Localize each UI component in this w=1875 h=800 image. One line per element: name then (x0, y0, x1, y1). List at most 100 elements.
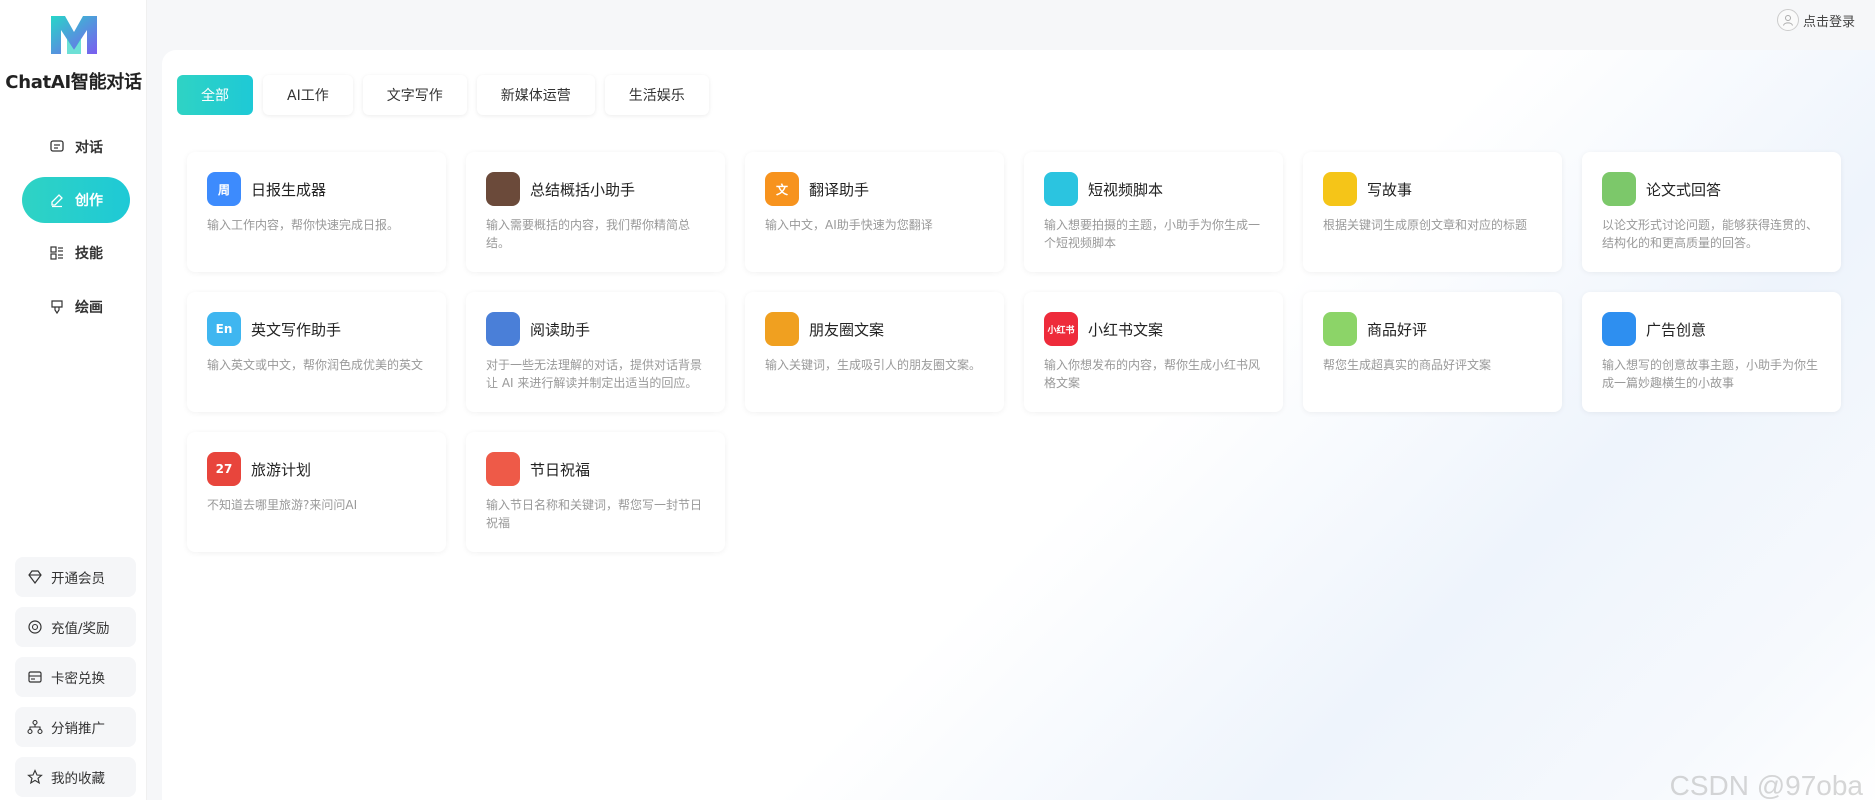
favorites-button[interactable]: 我的收藏 (15, 757, 136, 797)
tool-card-description: 输入想要拍摄的主题，小助手为你生成一个短视频脚本 (1044, 218, 1261, 250)
tool-grid: 周日报生成器 输入工作内容，帮你快速完成日报。 总结概括小助手 输入需要概括的内容，我… (187, 152, 1841, 552)
side-button-label: 开通会员 (51, 571, 105, 587)
tool-card-title: 写故事 (1367, 180, 1413, 199)
brush-icon (49, 299, 65, 315)
nav-item-create[interactable]: 创作 (22, 177, 130, 223)
card-redeem-button[interactable]: 卡密兑换 (15, 657, 136, 697)
tab-lifestyle[interactable]: 生活娱乐 (604, 75, 709, 115)
diamond-icon (27, 569, 43, 585)
tool-card-header: 文翻译助手 (765, 172, 984, 206)
star-icon (27, 769, 43, 785)
briefcase-icon (486, 172, 520, 206)
english-icon: En (207, 312, 241, 346)
pen-icon (49, 192, 65, 208)
tool-card-title: 商品好评 (1367, 320, 1428, 339)
tool-card-header: 总结概括小助手 (486, 172, 705, 206)
tool-card-title: 广告创意 (1646, 320, 1707, 339)
tab-all[interactable]: 全部 (177, 75, 253, 115)
calendar-icon: 27 (207, 452, 241, 486)
chat-icon (49, 139, 65, 155)
nav-label: 对话 (75, 140, 103, 156)
tool-card[interactable]: 广告创意输入想写的创意故事主题，小助手为你生成一篇妙趣横生的小故事 (1582, 292, 1841, 412)
side-button-label: 我的收藏 (51, 771, 105, 787)
tool-card[interactable]: 小红书 小红书文案 输入你想发布的内容，帮你生成小红书风格文案 (1024, 292, 1283, 412)
tool-card-description: 帮您生成超真实的商品好评文案 (1323, 358, 1492, 372)
gift-icon (486, 452, 520, 486)
tool-card[interactable]: 朋友圈文案输入关键词，生成吸引人的朋友圈文案。 (745, 292, 1004, 412)
notepad-icon (1323, 172, 1357, 206)
aperture-icon (765, 312, 799, 346)
tool-card-description: 不知道去哪里旅游?来问问AI (207, 498, 358, 512)
category-tabs: 全部 AI工作 文字写作 新媒体运营 生活娱乐 (177, 75, 709, 115)
tab-text-writing[interactable]: 文字写作 (362, 75, 467, 115)
recharge-button[interactable]: 充值/奖励 (15, 607, 136, 647)
tool-card-description: 输入工作内容，帮你快速完成日报。 (207, 218, 400, 232)
xiaohongshu-icon: 小红书 (1044, 312, 1078, 346)
nav-item-draw[interactable]: 绘画 (22, 284, 130, 330)
tool-card[interactable]: 短视频脚本输入想要拍摄的主题，小助手为你生成一个短视频脚本 (1024, 152, 1283, 272)
tool-card-description: 输入英文或中文，帮你润色成优美的英文 (207, 358, 424, 372)
translate-icon: 文 (765, 172, 799, 206)
coin-icon (27, 619, 43, 635)
tab-ai-work[interactable]: AI工作 (263, 75, 353, 115)
tool-card-description: 输入需要概括的内容，我们帮你精简总结。 (486, 218, 691, 250)
tool-card[interactable]: 商品好评帮您生成超真实的商品好评文案 (1303, 292, 1562, 412)
lightbulb-icon (1602, 312, 1636, 346)
tool-card-description: 输入节日名称和关键词，帮您写一封节日祝福 (486, 498, 703, 530)
tool-card-description: 输入想写的创意故事主题，小助手为你生成一篇妙趣横生的小故事 (1602, 358, 1819, 390)
nav-label: 绘画 (75, 300, 103, 316)
tool-card-title: 朋友圈文案 (809, 320, 885, 339)
tool-card[interactable]: 文翻译助手 输入中文，AI助手快速为您翻译 (745, 152, 1004, 272)
tool-card[interactable]: 总结概括小助手 输入需要概括的内容，我们帮你精简总结。 (466, 152, 725, 272)
tool-card-title: 英文写作助手 (251, 320, 342, 339)
tool-card-header: 写故事 (1323, 172, 1542, 206)
tool-card[interactable]: 写故事根据关键词生成原创文章和对应的标题 (1303, 152, 1562, 272)
distribution-button[interactable]: 分销推广 (15, 707, 136, 747)
clapperboard-icon (1044, 172, 1078, 206)
user-avatar-icon (1776, 9, 1799, 31)
tool-card-title: 日报生成器 (251, 180, 327, 199)
side-button-label: 卡密兑换 (51, 671, 105, 687)
vip-button[interactable]: 开通会员 (15, 557, 136, 597)
tool-card-title: 小红书文案 (1088, 320, 1164, 339)
tool-card[interactable]: 阅读助手对于一些无法理解的对话，提供对话背景让 AI 来进行解读并制定出适当的回… (466, 292, 725, 412)
tool-card[interactable]: 节日祝福输入节日名称和关键词，帮您写一封节日祝福 (466, 432, 725, 552)
tool-card-header: 论文式回答 (1602, 172, 1821, 206)
watermark: CSDN @97oba (1669, 770, 1863, 800)
tab-new-media[interactable]: 新媒体运营 (476, 75, 595, 115)
tool-card-header: 商品好评 (1323, 312, 1542, 346)
login-button[interactable]: 点击登录 (1776, 8, 1855, 32)
list-icon (49, 245, 65, 261)
tool-card[interactable]: En 英文写作助手输入英文或中文，帮你润色成优美的英文 (187, 292, 446, 412)
tool-card-header: 小红书 小红书文案 (1044, 312, 1263, 346)
tool-card-header: 阅读助手 (486, 312, 705, 346)
tool-card-description: 对于一些无法理解的对话，提供对话背景让 AI 来进行解读并制定出适当的回应。 (486, 358, 703, 390)
tool-card-title: 旅游计划 (251, 460, 312, 479)
logo-icon (51, 16, 97, 54)
brand-name: ChatAI智能对话 (5, 72, 142, 93)
side-button-label: 充值/奖励 (51, 621, 110, 637)
tool-card-title: 节日祝福 (530, 460, 591, 479)
card-icon (27, 669, 43, 685)
tool-card[interactable]: 27 旅游计划不知道去哪里旅游?来问问AI (187, 432, 446, 552)
tool-card[interactable]: 论文式回答 以论文形式讨论问题，能够获得连贯的、结构化的和更高质量的回答。 (1582, 152, 1841, 272)
sidebar: ChatAI智能对话 对话 创作 技能 绘画 开通会员 充值/奖励 卡密兑换 分… (0, 0, 147, 800)
nav-item-skills[interactable]: 技能 (22, 230, 130, 276)
tool-card-header: 27 旅游计划 (207, 452, 426, 486)
tool-card-title: 短视频脚本 (1088, 180, 1164, 199)
tool-card-title: 阅读助手 (530, 320, 591, 339)
tool-card-header: 周日报生成器 (207, 172, 426, 206)
tool-card-description: 根据关键词生成原创文章和对应的标题 (1323, 218, 1528, 232)
tool-card-description: 输入你想发布的内容，帮你生成小红书风格文案 (1044, 358, 1261, 390)
side-button-label: 分销推广 (51, 721, 105, 737)
nav-item-chat[interactable]: 对话 (22, 124, 130, 170)
books-icon (486, 312, 520, 346)
tool-card[interactable]: 周日报生成器输入工作内容，帮你快速完成日报。 (187, 152, 446, 272)
daily-report-icon: 周 (207, 172, 241, 206)
tool-card-description: 输入关键词，生成吸引人的朋友圈文案。 (765, 358, 982, 372)
nav-label: 技能 (75, 246, 103, 262)
tool-card-header: En 英文写作助手 (207, 312, 426, 346)
tool-card-header: 广告创意 (1602, 312, 1821, 346)
tool-card-header: 节日祝福 (486, 452, 705, 486)
main-panel: 全部 AI工作 文字写作 新媒体运营 生活娱乐 周日报生成器输入工作内容，帮你快… (162, 50, 1875, 800)
